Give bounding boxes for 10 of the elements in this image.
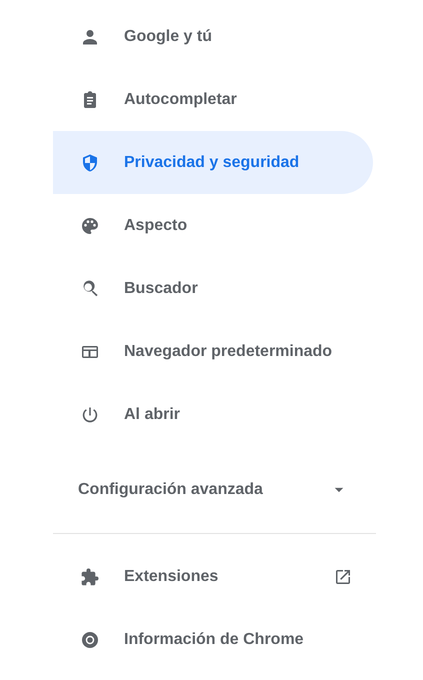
advanced-settings-toggle[interactable]: Configuración avanzada bbox=[53, 458, 360, 522]
menu-item[interactable]: Extensiones bbox=[53, 545, 373, 608]
menu-item[interactable]: Google y tú bbox=[53, 5, 373, 68]
menu-item[interactable]: Al abrir bbox=[53, 383, 373, 446]
menu-item[interactable]: Autocompletar bbox=[53, 68, 373, 131]
menu-item[interactable]: Información de Chrome bbox=[53, 608, 373, 671]
menu-item[interactable]: Navegador predeterminado bbox=[53, 320, 373, 383]
menu-item[interactable]: Aspecto bbox=[53, 194, 373, 257]
menu-item[interactable]: Buscador bbox=[53, 257, 373, 320]
menu-item[interactable]: Privacidad y seguridad bbox=[53, 131, 373, 194]
